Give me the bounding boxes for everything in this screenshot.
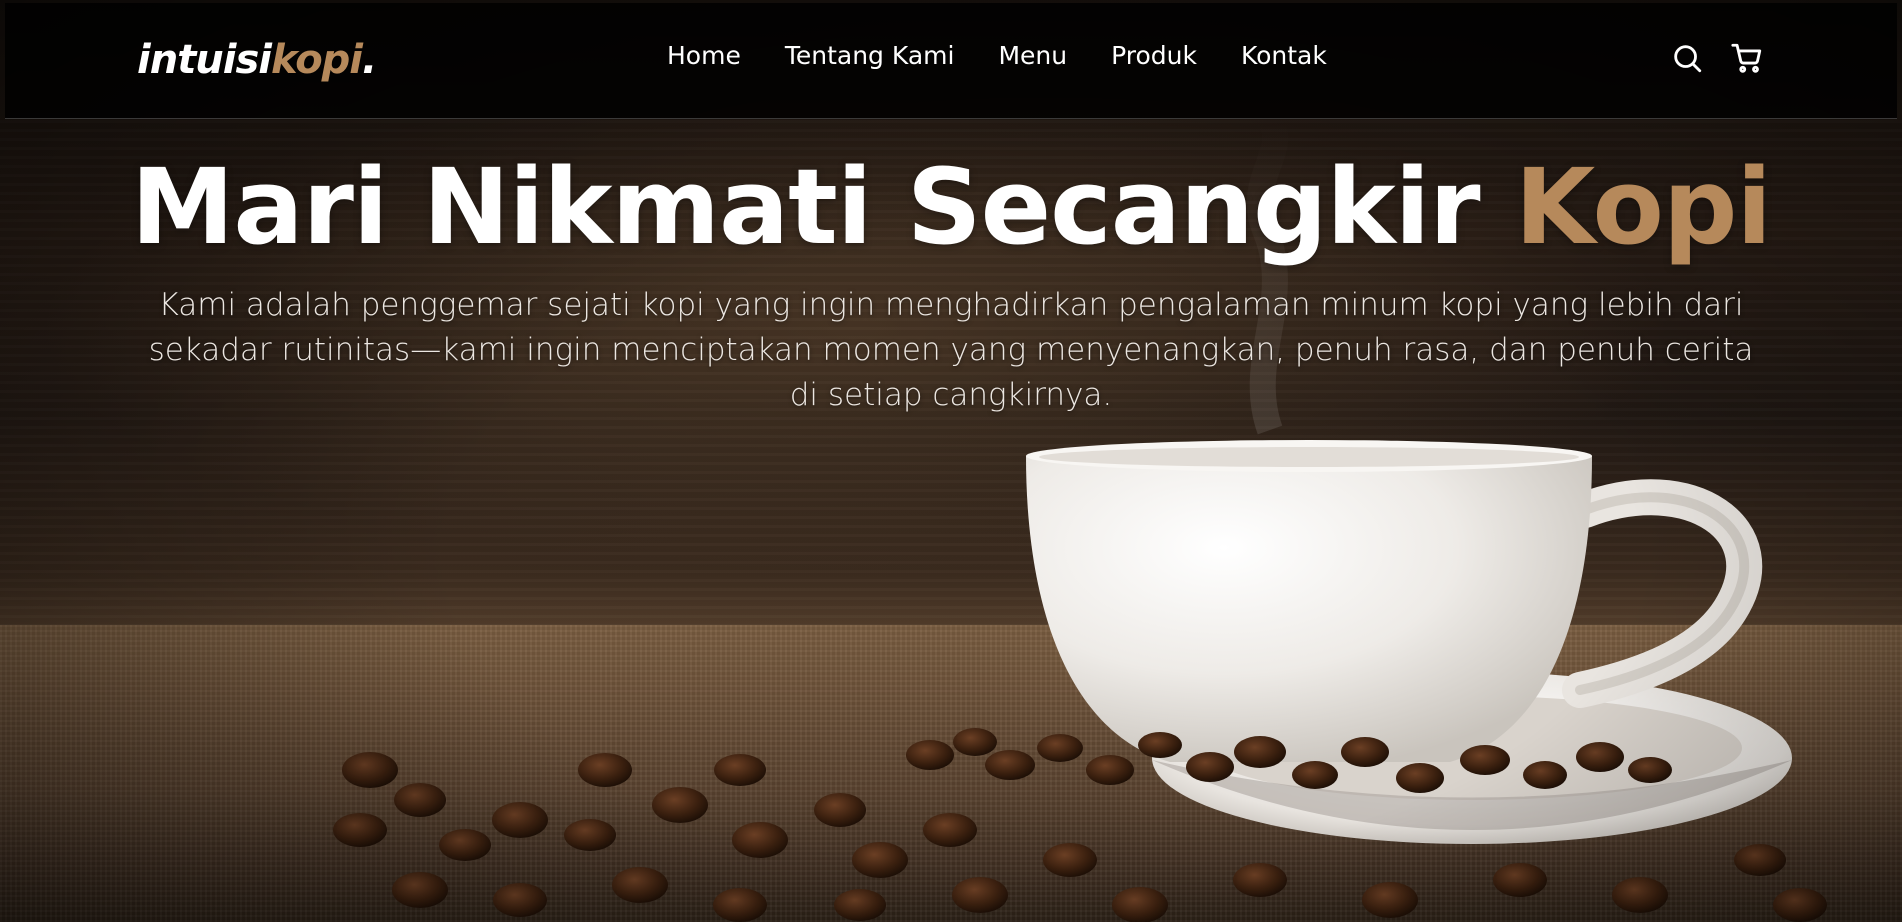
brand-name-main: intuisi: [137, 37, 272, 83]
hero-title-main: Mari Nikmati Secangkir: [130, 146, 1481, 268]
search-icon[interactable]: [1670, 41, 1704, 75]
brand-logo[interactable]: intuisikopi.: [137, 37, 377, 83]
brand-name-dot: .: [362, 37, 377, 83]
nav-link-home[interactable]: Home: [667, 41, 741, 70]
page-frame: intuisikopi. Home Tentang Kami Menu Prod…: [0, 0, 1902, 922]
nav-link-tentang-kami[interactable]: Tentang Kami: [785, 41, 955, 70]
brand-name-accent: kopi: [271, 37, 363, 83]
hero-coffee-cup-image: [333, 112, 1827, 922]
nav-icons: [1670, 41, 1764, 75]
shopping-cart-icon[interactable]: [1730, 41, 1764, 75]
nav-links: Home Tentang Kami Menu Produk Kontak: [667, 41, 1327, 70]
nav-link-kontak[interactable]: Kontak: [1241, 41, 1327, 70]
hero-title-accent: Kopi: [1514, 146, 1772, 268]
nav-link-produk[interactable]: Produk: [1111, 41, 1197, 70]
hero-title: Mari Nikmati Secangkir Kopi: [0, 146, 1902, 268]
nav-link-menu[interactable]: Menu: [998, 41, 1067, 70]
hero-description: Kami adalah penggemar sejati kopi yang i…: [148, 287, 1754, 413]
top-navbar: intuisikopi. Home Tentang Kami Menu Prod…: [5, 3, 1897, 119]
